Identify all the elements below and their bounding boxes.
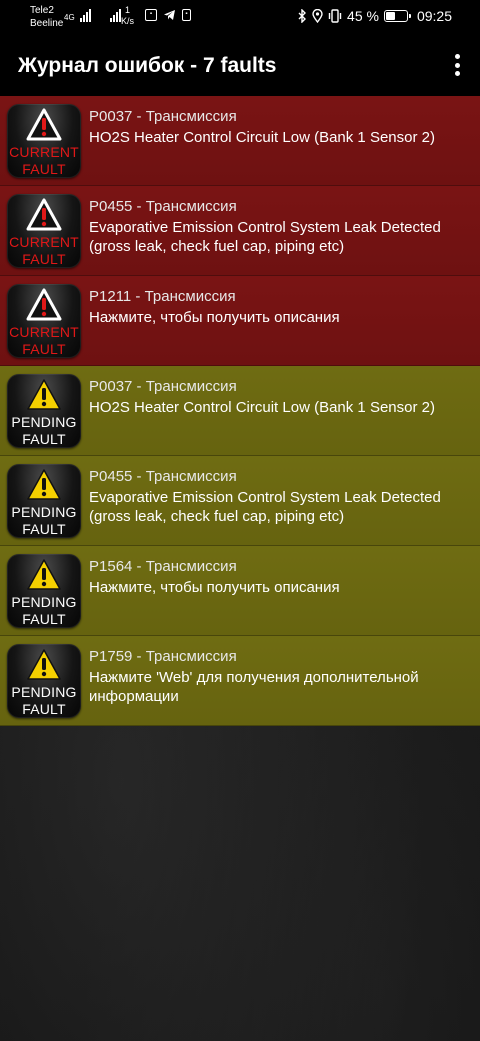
badge-label-line2: FAULT: [22, 161, 66, 177]
fault-description: HO2S Heater Control Circuit Low (Bank 1 …: [89, 399, 435, 416]
pending-fault-badge: PENDING FAULT: [7, 554, 81, 628]
fault-row-current[interactable]: CURRENT FAULT P1211 - Трансмиссия Нажмите, …: [0, 276, 480, 366]
warning-icon: [27, 559, 61, 590]
sim-app-icon: ▪: [182, 9, 191, 21]
warning-icon: [27, 649, 61, 680]
fault-code: P0455 - Трансмиссия: [89, 198, 237, 215]
badge-label-line2: FAULT: [22, 611, 66, 627]
app-bar: Журнал ошибок - 7 faults: [0, 34, 480, 96]
status-bar: Tele2 Beeline 4G 1 K/s ▪ ▪ 45 % 09:25: [0, 0, 480, 34]
battery-percent: 45 %: [347, 8, 379, 24]
fault-list: CURRENT FAULT P0037 - Трансмиссия HO2S Heat…: [0, 96, 480, 726]
badge-label-line2: FAULT: [22, 431, 66, 447]
fault-code: P0037 - Трансмиссия: [89, 378, 237, 395]
carrier-2: Beeline: [30, 18, 64, 29]
warning-icon: [27, 469, 61, 500]
carrier-names: Tele2 Beeline: [30, 4, 63, 30]
pending-fault-badge: PENDING FAULT: [7, 644, 81, 718]
current-fault-badge: CURRENT FAULT: [7, 104, 81, 178]
network-speed: 1 K/s: [121, 5, 134, 27]
badge-label-line2: FAULT: [22, 341, 66, 357]
badge-label-line1: PENDING: [11, 594, 77, 610]
badge-label-line1: PENDING: [11, 684, 77, 700]
badge-label-line1: CURRENT: [9, 324, 79, 340]
carrier-1: Tele2: [30, 5, 54, 16]
bluetooth-icon: [298, 9, 307, 23]
current-fault-badge: CURRENT FAULT: [7, 284, 81, 358]
badge-label-line2: FAULT: [22, 251, 66, 267]
obd-app-icon: ▪: [145, 9, 157, 21]
fault-description: Нажмите 'Web' для получения дополнительн…: [89, 669, 419, 705]
signal-2-icon: [109, 8, 121, 22]
status-right: 45 % 09:25: [298, 8, 452, 24]
warning-icon: [26, 288, 62, 321]
signal-1-icon: [79, 8, 91, 22]
badge-label-line1: CURRENT: [9, 144, 79, 160]
warning-icon: [27, 379, 61, 410]
notification-icons: ▪ ▪: [145, 9, 191, 21]
pending-fault-badge: PENDING FAULT: [7, 464, 81, 538]
fault-description: Evaporative Emission Control System Leak…: [89, 489, 441, 525]
fault-code: P0455 - Трансмиссия: [89, 468, 237, 485]
network-type: 4G: [64, 13, 75, 22]
fault-code: P1564 - Трансмиссия: [89, 558, 237, 575]
battery-icon: [383, 10, 411, 22]
badge-label-line1: PENDING: [11, 414, 77, 430]
warning-icon: [26, 108, 62, 141]
fault-code: P1211 - Трансмиссия: [89, 288, 236, 305]
vibrate-icon: [328, 9, 342, 23]
fault-description: Evaporative Emission Control System Leak…: [89, 219, 441, 255]
location-icon: [312, 9, 323, 23]
fault-description: Нажмите, чтобы получить описания: [89, 309, 340, 326]
badge-label-line2: FAULT: [22, 521, 66, 537]
speed-value: 1: [125, 5, 131, 15]
fault-row-pending[interactable]: PENDING FAULT P1759 - Трансмиссия Нажмите '…: [0, 636, 480, 726]
telegram-icon: [164, 10, 175, 20]
page-title: Журнал ошибок - 7 faults: [18, 54, 277, 77]
fault-code: P1759 - Трансмиссия: [89, 648, 237, 665]
fault-code: P0037 - Трансмиссия: [89, 108, 237, 125]
fault-description: HO2S Heater Control Circuit Low (Bank 1 …: [89, 129, 435, 146]
fault-row-pending[interactable]: PENDING FAULT P1564 - Трансмиссия Нажмите, …: [0, 546, 480, 636]
badge-label-line2: FAULT: [22, 701, 66, 717]
fault-description: Нажмите, чтобы получить описания: [89, 579, 340, 596]
badge-label-line1: PENDING: [11, 504, 77, 520]
speed-unit: K/s: [121, 16, 135, 26]
clock: 09:25: [416, 8, 452, 24]
current-fault-badge: CURRENT FAULT: [7, 194, 81, 268]
fault-row-current[interactable]: CURRENT FAULT P0455 - Трансмиссия Evaporati…: [0, 186, 480, 276]
badge-label-line1: CURRENT: [9, 234, 79, 250]
fault-row-current[interactable]: CURRENT FAULT P0037 - Трансмиссия HO2S Heat…: [0, 96, 480, 186]
warning-icon: [26, 198, 62, 231]
fault-row-pending[interactable]: PENDING FAULT P0037 - Трансмиссия HO2S Heat…: [0, 366, 480, 456]
fault-row-pending[interactable]: PENDING FAULT P0455 - Трансмиссия Evaporati…: [0, 456, 480, 546]
pending-fault-badge: PENDING FAULT: [7, 374, 81, 448]
signal-group: 4G: [64, 8, 121, 22]
overflow-menu-icon[interactable]: [450, 54, 464, 76]
